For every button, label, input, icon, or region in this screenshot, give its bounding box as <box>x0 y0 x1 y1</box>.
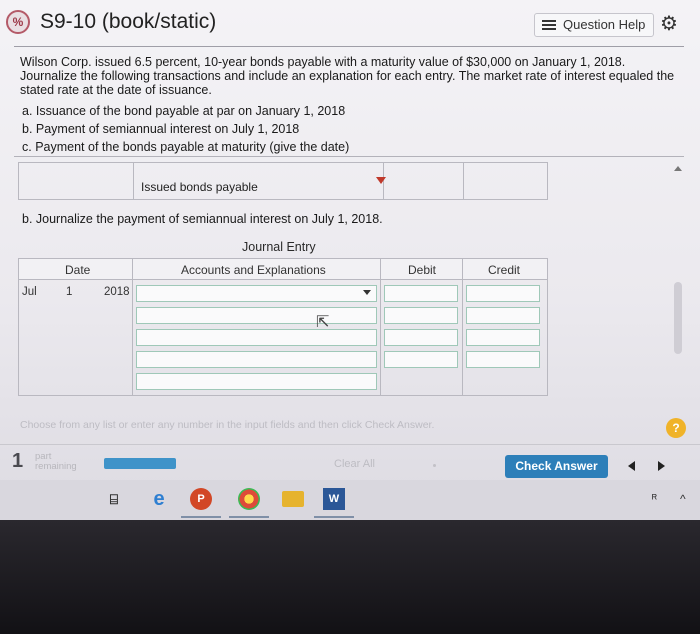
debit-input[interactable] <box>384 307 458 324</box>
check-answer-button[interactable]: Check Answer <box>505 455 608 478</box>
mouse-cursor-icon: ⇱ <box>316 314 330 331</box>
scroll-up-icon[interactable] <box>674 166 682 171</box>
table-header: Date Accounts and Explanations Debit Cre… <box>18 258 548 280</box>
chevron-down-icon <box>363 290 371 295</box>
col-debit: Debit <box>408 263 437 277</box>
monitor-bezel <box>0 520 700 634</box>
part-b-instruction: b. Journalize the payment of semiannual … <box>22 212 383 226</box>
credit-input[interactable] <box>466 329 540 346</box>
account-select[interactable] <box>136 285 377 302</box>
problem-items: a. Issuance of the bond payable at par o… <box>22 102 349 156</box>
page-title: S9-10 (book/static) <box>40 10 217 33</box>
credit-input[interactable] <box>466 285 540 302</box>
problem-item-a: a. Issuance of the bond payable at par o… <box>22 104 346 118</box>
chevron-up-icon[interactable]: ^ <box>680 492 686 506</box>
chrome-icon[interactable] <box>238 488 260 510</box>
credit-input[interactable] <box>466 307 540 324</box>
date-month: Jul <box>22 286 37 298</box>
file-explorer-icon[interactable] <box>282 491 304 507</box>
col-accounts: Accounts and Explanations <box>181 263 326 277</box>
hint-text: Choose from any list or enter any number… <box>20 419 435 431</box>
account-input[interactable] <box>136 307 377 324</box>
account-input[interactable] <box>136 351 377 368</box>
problem-item-c: c. Payment of the bonds payable at matur… <box>22 140 350 154</box>
scrollbar-thumb[interactable] <box>674 282 682 354</box>
question-help-label: Question Help <box>563 17 646 32</box>
col-date: Date <box>65 263 91 277</box>
journal-entry-table: Journal Entry Date Accounts and Explanat… <box>18 236 548 396</box>
separator-dot <box>433 464 436 467</box>
col-credit: Credit <box>488 263 521 277</box>
gear-icon[interactable]: ⚙ <box>660 12 678 36</box>
mylab-logo-icon: % <box>6 10 30 34</box>
debit-input[interactable] <box>384 329 458 346</box>
word-icon[interactable]: W <box>323 488 345 510</box>
top-bar: % S9-10 (book/static) Question Help ⚙ <box>0 0 700 46</box>
previous-arrow-icon[interactable] <box>628 461 635 471</box>
journal-title: Journal Entry <box>242 240 316 254</box>
part-remaining-label: part remaining <box>35 451 77 472</box>
previous-explanation: Issued bonds payable <box>141 180 258 194</box>
divider <box>14 46 684 47</box>
debit-input[interactable] <box>384 285 458 302</box>
problem-item-b: b. Payment of semiannual interest on Jul… <box>22 122 300 136</box>
people-icon[interactable]: ᴿ <box>652 493 657 505</box>
clear-all-button[interactable]: Clear All <box>334 458 375 470</box>
edge-icon[interactable]: e <box>148 488 170 510</box>
debit-input[interactable] <box>384 351 458 368</box>
date-day: 1 <box>66 286 73 298</box>
powerpoint-icon[interactable]: P <box>190 488 212 510</box>
help-icon[interactable]: ? <box>666 418 686 438</box>
divider <box>14 156 684 157</box>
date-year: 2018 <box>104 286 130 298</box>
previous-journal-row: Issued bonds payable <box>18 162 548 200</box>
incorrect-flag-icon <box>376 177 386 184</box>
next-arrow-icon[interactable] <box>658 461 665 471</box>
screen: % S9-10 (book/static) Question Help ⚙ Wi… <box>0 0 700 500</box>
explanation-input[interactable] <box>136 373 377 390</box>
question-help-button[interactable]: Question Help <box>534 13 654 37</box>
task-view-icon[interactable]: ⌸ <box>103 488 125 510</box>
windows-taskbar: ⌸ e P W ᴿ ^ <box>0 480 700 520</box>
list-icon <box>542 20 556 30</box>
divider <box>0 444 700 445</box>
part-number: 1 <box>12 450 24 472</box>
progress-bar <box>104 458 176 469</box>
account-input[interactable] <box>136 329 377 346</box>
credit-input[interactable] <box>466 351 540 368</box>
problem-prompt: Wilson Corp. issued 6.5 percent, 10-year… <box>20 55 675 97</box>
